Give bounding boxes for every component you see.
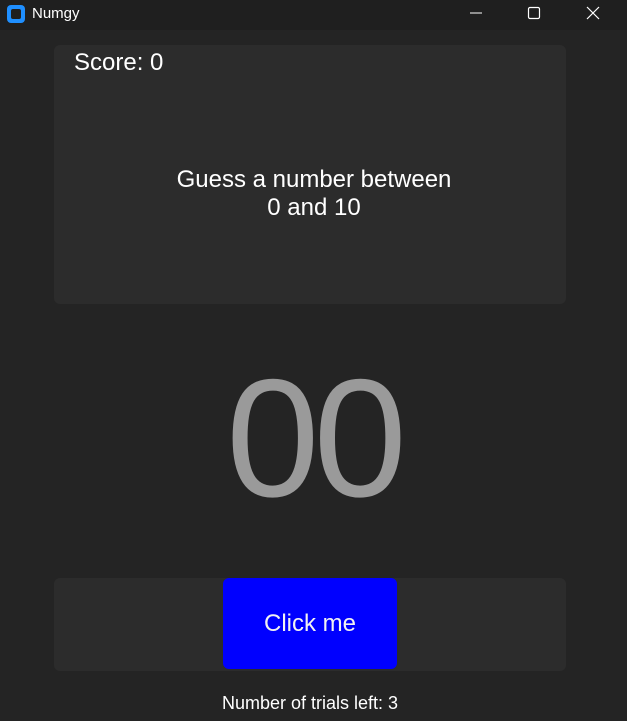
app-icon [7, 5, 25, 23]
maximize-icon [527, 6, 541, 20]
app-window: Numgy Score: 0 Guess a number between 0 … [0, 0, 627, 721]
number-display: 00 [226, 344, 407, 532]
window-title: Numgy [32, 5, 80, 22]
close-icon [586, 6, 600, 20]
maximize-button[interactable] [505, 0, 563, 30]
prompt-line-2: 0 and 10 [267, 194, 361, 221]
score-label: Score: 0 [74, 49, 164, 76]
info-panel: Score: 0 Guess a number between 0 and 10 [54, 45, 566, 304]
minimize-icon [470, 12, 482, 14]
click-me-button[interactable]: Click me [223, 578, 397, 669]
minimize-button[interactable] [447, 0, 505, 30]
guess-prompt: Guess a number between 0 and 10 [54, 166, 574, 222]
prompt-line-1: Guess a number between [176, 166, 452, 193]
close-button[interactable] [564, 0, 622, 30]
title-bar[interactable]: Numgy [0, 0, 627, 30]
trials-left-label: Number of trials left: 3 [221, 693, 399, 713]
